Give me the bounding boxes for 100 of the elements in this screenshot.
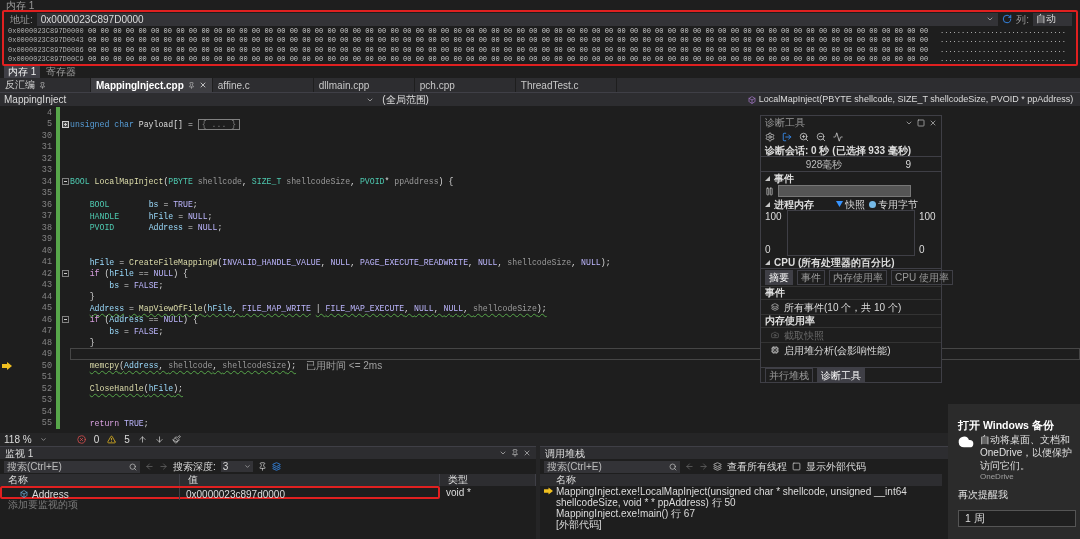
frame-icon[interactable] (792, 462, 801, 471)
line-number: 47 (40, 326, 52, 337)
arrow-up-icon[interactable] (137, 435, 147, 444)
address-field[interactable]: 0x0000023C897D0000 (36, 12, 999, 26)
zoom-in-icon[interactable] (799, 131, 809, 142)
collapse-icon[interactable] (62, 316, 69, 324)
depth-label: 搜索深度: (173, 461, 216, 472)
line-number: 54 (40, 406, 52, 417)
hex-view-icon[interactable] (271, 462, 281, 471)
add-watch-hint[interactable]: 添加要监视的项 (0, 499, 536, 511)
code-line: Address = MapViewOfFile(hFile, FILE_MAP_WRITE | FILE_MAP_EXECUTE, NULL, NULL, shellcodeSize); (88, 302, 547, 314)
threads-icon[interactable] (713, 462, 722, 471)
line-number: 5 (45, 119, 52, 130)
columns-field[interactable]: 自动 (1033, 12, 1072, 26)
close-icon[interactable] (929, 118, 937, 127)
axis-label: 100 (765, 211, 783, 222)
pin-icon[interactable] (257, 462, 267, 471)
zoom-level[interactable]: 118 % (4, 434, 32, 445)
pin-icon[interactable] (187, 81, 195, 89)
line-number: 52 (40, 383, 52, 394)
line-number: 32 (40, 153, 52, 164)
line-number: 36 (40, 199, 52, 210)
collapse-icon[interactable] (62, 270, 69, 278)
stack-frame[interactable]: [外部代码] (556, 519, 602, 530)
panel-title: 诊断工具 (765, 117, 805, 128)
panel-title: 调用堆栈 (545, 447, 585, 459)
collapse-icon[interactable] (765, 201, 770, 207)
code-line: unsigned char Payload[] = { ... } (70, 118, 241, 130)
camera-icon (771, 331, 779, 339)
tab[interactable]: 诊断工具 (817, 367, 865, 383)
depth-dropdown[interactable]: 3 (220, 461, 253, 472)
section-heading: 事件 (774, 172, 794, 184)
close-icon[interactable] (198, 81, 207, 89)
line-number: 41 (40, 257, 52, 268)
line-number: 39 (40, 234, 52, 245)
notification-title: 打开 Windows 备份 (958, 420, 1055, 432)
axis-label: 0 (919, 244, 926, 255)
remind-dropdown[interactable]: 1 周 (958, 510, 1076, 528)
variable-name[interactable]: Address (32, 488, 69, 500)
elapsed-time-hint: 已用时间 <= 2ms (306, 358, 383, 373)
tab[interactable]: 摘要 (765, 270, 793, 285)
line-number: 33 (40, 165, 52, 176)
tab[interactable]: 并行堆栈 (765, 367, 813, 383)
panel-tab[interactable]: 内存 1 (4, 66, 41, 78)
stack-frame[interactable]: MappingInject.exe!LocalMapInject(unsigned char * shellcode, unsigned __int64 shellcodeSize, void * * ppAddress) 行 50 (556, 486, 942, 508)
line-number: 34 (40, 176, 52, 187)
search-field[interactable]: 搜索(Ctrl+E) (544, 460, 680, 473)
line-number: 44 (40, 291, 52, 302)
exit-icon[interactable] (782, 131, 792, 142)
caret-icon[interactable] (986, 15, 995, 23)
line-number: 40 (40, 245, 52, 256)
expand-icon[interactable] (62, 120, 69, 128)
chart-icon[interactable] (833, 131, 843, 142)
collapse-icon[interactable] (765, 259, 770, 265)
list-item[interactable]: 启用堆分析(会影响性能) (784, 344, 891, 356)
pin-icon[interactable] (39, 81, 46, 89)
maximize-icon[interactable] (917, 118, 925, 127)
brush-icon[interactable] (171, 435, 181, 444)
search-field[interactable]: 搜索(Ctrl+E) (4, 460, 140, 473)
error-count: 0 (93, 434, 100, 445)
refresh-icon[interactable] (1002, 14, 1013, 24)
line-number: 37 (40, 211, 52, 222)
pin-icon[interactable] (511, 449, 519, 457)
document-tab[interactable]: MappingInject.cpp (91, 78, 213, 92)
panel-tab[interactable]: 寄存器 (42, 66, 81, 78)
show-external-code-button[interactable]: 显示外部代码 (806, 461, 866, 472)
line-number: 51 (40, 372, 52, 383)
stack-frame[interactable]: MappingInject.exe!main() 行 67 (556, 508, 695, 519)
column-header: 名称 (555, 474, 577, 486)
cube-icon[interactable] (747, 95, 756, 104)
code-line: BOOL LocalMapInject(PBYTE shellcode, SIZE_T shellcodeSize, PVOID* ppAddress) { (70, 176, 454, 188)
warning-icon (107, 435, 117, 444)
collapse-icon[interactable] (62, 178, 69, 186)
member-dropdown[interactable]: LocalMapInject(PBYTE shellcode, SIZE_T shellcodeSize, PVOID * ppAddress) (743, 93, 1080, 106)
search-icon[interactable] (129, 462, 137, 471)
notification-text: 访问它们。 (980, 459, 1031, 471)
legend-label: 快照 (845, 198, 865, 210)
axis-label: 0 (765, 244, 772, 255)
show-threads-button[interactable]: 查看所有线程 (727, 461, 787, 472)
notification-text: OneDrive，以便保护 (980, 446, 1073, 458)
caret-icon[interactable] (39, 436, 47, 443)
variable-value: 0x0000023c897d0000 (185, 488, 286, 500)
code-line: } (88, 291, 95, 303)
tab[interactable]: 内存使用率 (829, 270, 887, 285)
arrow-down-icon[interactable] (154, 435, 164, 444)
close-icon[interactable] (523, 449, 531, 457)
search-icon[interactable] (669, 462, 677, 471)
column-header: 值 (180, 474, 440, 486)
caret-icon[interactable] (499, 449, 507, 457)
timeline-label: 928毫秒 (805, 158, 843, 170)
pause-icon[interactable] (765, 186, 774, 196)
list-item[interactable]: 所有事件(10 个，共 10 个) (784, 301, 902, 313)
caret-icon[interactable] (243, 463, 251, 470)
tab[interactable]: 事件 (797, 270, 825, 285)
tab[interactable]: CPU 使用率 (891, 270, 953, 285)
settings-icon[interactable] (765, 131, 775, 142)
zoom-out-icon[interactable] (816, 131, 826, 142)
collapse-icon[interactable] (765, 175, 770, 181)
scope-dropdown[interactable]: (全局范围) (378, 93, 744, 106)
project-dropdown[interactable]: MappingInject (0, 93, 379, 106)
